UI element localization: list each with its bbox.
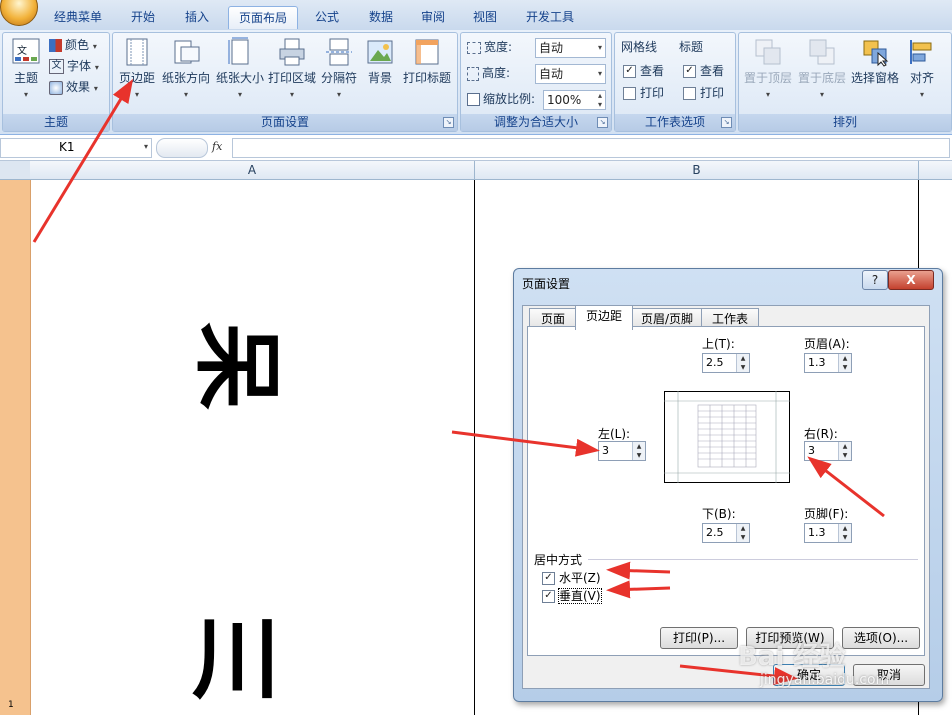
arrow-to-left	[451, 430, 600, 457]
arrow-to-horizontal	[606, 561, 671, 580]
arrow-to-vertical	[606, 580, 671, 599]
annotation-arrows	[32, 78, 885, 686]
tab-margins[interactable]: 页边距	[575, 305, 633, 330]
watermark-url: jingyan.baidu.com	[760, 672, 890, 688]
watermark-logo: Bai 经验	[738, 642, 846, 672]
arrow-to-margins	[32, 78, 134, 243]
arrow-to-right	[807, 456, 885, 518]
